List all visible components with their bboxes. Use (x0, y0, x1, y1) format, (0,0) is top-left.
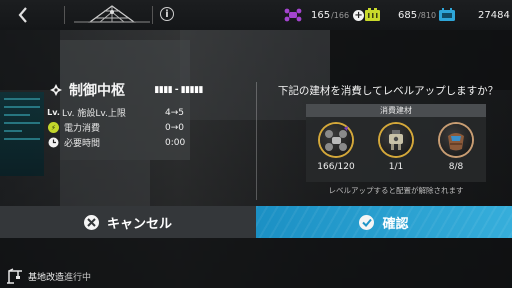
confirm-label: 確認 (382, 216, 409, 232)
status-progress: 進行中 (64, 272, 92, 283)
topbar-divider (152, 6, 153, 24)
stat-label: 必要時間 (64, 139, 101, 149)
drone-material-icon (320, 124, 352, 156)
battery-icon (365, 8, 380, 21)
stat-row: Lv. Lv. 施設Lv.上限 4→5 (45, 106, 223, 120)
check-icon (359, 214, 375, 230)
base-network-icon (74, 5, 150, 23)
material-item[interactable]: 1/1 (371, 124, 421, 180)
battery-max: /810 (418, 10, 437, 20)
pouch-material-icon (440, 124, 472, 156)
chevron-left-icon (18, 7, 27, 23)
chip-icon (439, 8, 455, 21)
info-button[interactable]: i (160, 7, 174, 21)
topbar-divider (64, 6, 65, 24)
drone-value: 165 (311, 9, 331, 21)
chip-resource: 27484 (438, 7, 510, 23)
top-bar: i 165 /166 + 685 /810 27484 (0, 0, 512, 30)
power-icon: ⚡ (48, 122, 59, 133)
upgrade-note: レベルアップすると配置が解除されます (328, 186, 464, 195)
stat-value: 0→0 (165, 122, 184, 133)
stat-label: 電力消費 (64, 124, 101, 134)
material-count: 8/8 (448, 162, 464, 172)
drone-max: /166 (331, 10, 350, 20)
material-item[interactable]: 8/8 (431, 124, 481, 180)
parts-material-icon (380, 124, 412, 156)
stat-row: 必要時間 0:00 (45, 136, 223, 149)
confirm-button[interactable]: 確認 (256, 206, 512, 238)
level-icon: Lv. (47, 108, 60, 117)
clock-icon (48, 137, 59, 148)
stat-label: Lv. 施設Lv.上限 (62, 109, 126, 119)
building-title-row: 制御中枢 ▮▮▮▮ - ▮▮▮▮▮ (49, 80, 225, 100)
chip-value: 27484 (478, 9, 510, 21)
back-button[interactable] (6, 2, 40, 28)
crane-icon (7, 268, 22, 284)
building-info-panel: 制御中枢 ▮▮▮▮ - ▮▮▮▮▮ Lv. Lv. 施設Lv.上限 4→5 ⚡ … (45, 80, 223, 156)
material-count: 1/1 (388, 162, 404, 172)
material-item[interactable]: 166/120 (311, 124, 361, 180)
stat-value: 4→5 (165, 107, 184, 118)
upgrade-prompt: 下記の建材を消費してレベルアップしますか？ (277, 85, 499, 97)
drone-resource: 165 /166 + (284, 7, 365, 23)
building-stats: Lv. Lv. 施設Lv.上限 4→5 ⚡ 電力消費 0→0 必要時間 0:00 (45, 106, 223, 151)
status-label: 基地改造 (28, 272, 65, 283)
battery-resource: 685 /810 (364, 7, 436, 23)
cancel-button[interactable]: キャンセル (0, 206, 256, 238)
material-count: 166/120 (317, 162, 355, 172)
building-level-code: ▮▮▮▮ - ▮▮▮▮▮ (154, 85, 203, 95)
panel-divider (256, 82, 257, 200)
base-renovation-status: 基地改造 進行中 (6, 268, 91, 284)
materials-header: 消費建材 (306, 104, 486, 117)
building-name: 制御中枢 (69, 83, 125, 99)
cancel-label: キャンセル (106, 216, 172, 232)
stat-value: 0:00 (165, 137, 186, 148)
add-drone-button[interactable]: + (353, 9, 365, 21)
drone-icon (284, 8, 302, 22)
base-home-button[interactable] (66, 2, 158, 28)
stat-row: ⚡ 電力消費 0→0 (45, 121, 223, 134)
battery-value: 685 (398, 9, 418, 21)
close-icon (83, 214, 99, 230)
materials-box: 消費建材 166/120 1/1 8/8 (306, 104, 486, 182)
control-hub-icon (50, 84, 62, 96)
